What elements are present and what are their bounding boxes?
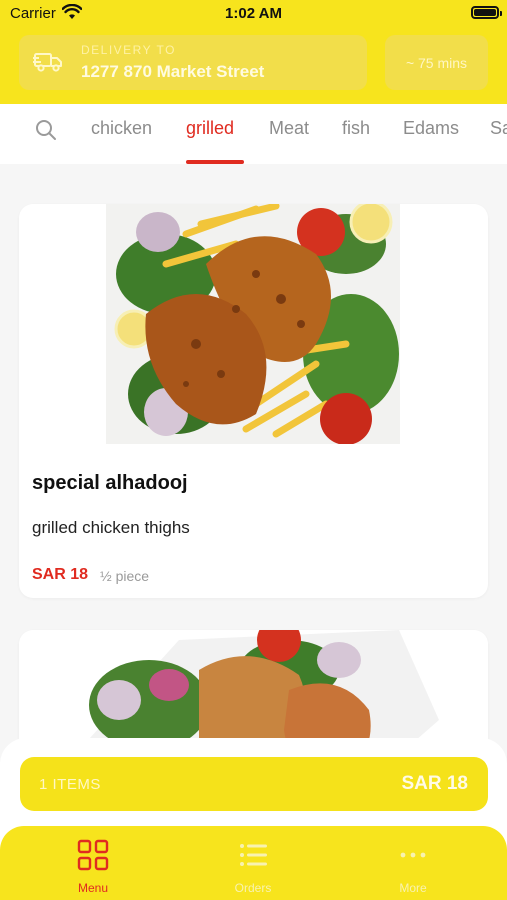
tab-meat[interactable]: Meat — [269, 118, 309, 139]
food-image — [106, 204, 400, 444]
nav-more[interactable]: More — [368, 838, 458, 895]
menu-item-description: grilled chicken thighs — [32, 518, 190, 537]
tab-sa[interactable]: Sa — [490, 118, 507, 139]
status-time: 1:02 AM — [225, 5, 282, 22]
category-tabs: chicken grilled Meat fish Edams Sa — [0, 104, 507, 164]
menu-item-price: SAR 18 — [32, 566, 89, 583]
tab-chicken[interactable]: chicken — [91, 118, 152, 139]
view-cart-button[interactable]: 1 ITEMS SAR 18 — [20, 757, 488, 811]
tab-grilled[interactable]: grilled — [186, 118, 234, 139]
nav-orders[interactable]: Orders — [208, 838, 298, 895]
search-icon[interactable] — [34, 118, 58, 142]
tab-fish[interactable]: fish — [342, 118, 370, 139]
nav-menu[interactable]: Menu — [48, 838, 138, 895]
status-bar: Carrier 1:02 AM — [0, 0, 507, 28]
eta-badge[interactable]: ~ 75 mins — [385, 35, 488, 90]
menu-item-portion: ½ piece — [100, 568, 150, 584]
grid-icon — [77, 839, 109, 871]
delivery-address-button[interactable]: DELIVERY TO 1277 870 Market Street — [19, 35, 367, 90]
delivery-address: 1277 870 Market Street — [81, 62, 265, 81]
bottom-nav: Menu Orders More — [0, 826, 507, 900]
cart-total: SAR 18 — [401, 773, 468, 794]
tab-edams[interactable]: Edams — [403, 118, 459, 139]
menu-item-title: special alhadooj — [32, 472, 188, 494]
eta-text: ~ 75 mins — [405, 54, 468, 71]
nav-more-label: More — [399, 881, 427, 895]
active-tab-indicator — [186, 160, 244, 164]
list-icon — [240, 844, 267, 866]
battery-icon — [471, 6, 502, 19]
nav-orders-label: Orders — [234, 881, 272, 895]
more-dots-icon — [400, 852, 426, 858]
cart-item-count: 1 ITEMS — [39, 776, 101, 793]
delivery-truck-icon — [33, 53, 62, 72]
header: Carrier 1:02 AM DELIVERY TO 1277 870 Mar… — [0, 0, 507, 104]
menu-item-card[interactable]: special alhadooj grilled chicken thighs … — [19, 204, 488, 598]
nav-menu-label: Menu — [77, 881, 109, 895]
delivery-label: DELIVERY TO — [81, 43, 176, 57]
